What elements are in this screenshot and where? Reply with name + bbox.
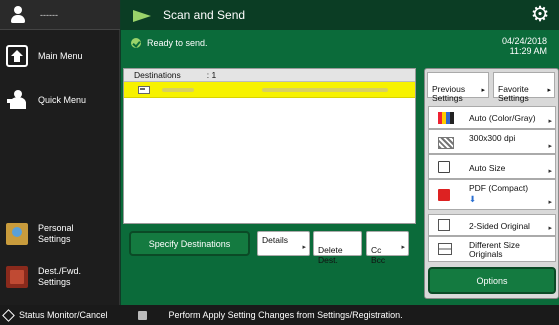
delete-label: Delete Dest. (318, 245, 343, 265)
destination-list[interactable]: Destinations : 1 (123, 68, 416, 224)
details-button[interactable]: Details ▸ (257, 231, 310, 256)
file-format-setting[interactable]: PDF (Compact) ⬇ ▸ (428, 179, 556, 210)
chevron-right-icon: ▸ (547, 87, 551, 94)
cc-bcc-button[interactable]: Cc Bcc ▸ (366, 231, 409, 265)
chevron-right-icon: ▸ (548, 199, 552, 206)
destination-settings-icon (6, 266, 28, 288)
details-label: Details (262, 235, 288, 245)
sidebar-item-label: Quick Menu (38, 94, 87, 105)
personal-settings-icon (6, 223, 28, 245)
address-card-icon (138, 86, 150, 94)
sidebar: ------ Main Menu Quick Menu Personal Set… (0, 0, 120, 305)
resolution-icon (438, 137, 454, 149)
scan-send-icon (133, 8, 153, 22)
different-size-originals-setting[interactable]: Different Size Originals (428, 236, 556, 262)
date-text: 04/24/2018 (501, 36, 547, 46)
user-icon (8, 5, 28, 25)
destinations-label: Destinations (134, 70, 181, 80)
app-header: Scan and Send ⚙ (121, 0, 559, 30)
page-title: Scan and Send (163, 8, 246, 22)
chevron-right-icon: ▸ (548, 168, 552, 175)
specify-destinations-button[interactable]: Specify Destinations (129, 231, 250, 256)
scan-size-value: Auto Size (469, 163, 506, 173)
download-icon: ⬇ (469, 194, 477, 204)
scan-size-setting[interactable]: Auto Size ▸ (428, 154, 556, 179)
user-name: ------ (40, 9, 58, 20)
sidebar-item-label: Main Menu (38, 50, 83, 61)
color-mode-icon (438, 112, 454, 124)
destination-count: : 1 (206, 70, 217, 80)
color-mode-setting[interactable]: Auto (Color/Gray) ▸ (428, 106, 556, 129)
chevron-right-icon: ▸ (481, 87, 485, 94)
resolution-setting[interactable]: 300x300 dpi ▸ (428, 129, 556, 154)
footer-message: Perform Apply Setting Changes from Setti… (168, 310, 403, 320)
cc-bcc-label: Cc Bcc (371, 245, 386, 265)
settings-panel: Previous Settings ▸ Favorite Settings ▸ … (424, 68, 559, 299)
two-sided-label: 2-Sided Original (469, 221, 530, 231)
resolution-value: 300x300 dpi (469, 133, 516, 143)
status-monitor-icon (2, 308, 15, 322)
sidebar-item-label: Dest./Fwd. Settings (38, 266, 82, 287)
sidebar-item-label: Personal Settings (38, 223, 74, 244)
footer-bar: Status Monitor/Cancel Perform Apply Sett… (0, 305, 559, 325)
date-time: 04/24/2018 11:29 AM (502, 36, 547, 56)
destination-list-header: Destinations : 1 (124, 69, 415, 82)
different-size-icon (438, 243, 452, 255)
chevron-right-icon: ▸ (548, 225, 552, 232)
status-message: Ready to send. (147, 38, 208, 48)
favorite-settings-button[interactable]: Favorite Settings ▸ (493, 72, 555, 103)
destination-name-redacted (162, 88, 194, 92)
different-size-label: Different Size Originals (469, 240, 520, 259)
user-area[interactable]: ------ (0, 0, 120, 30)
chevron-right-icon: ▸ (302, 244, 306, 251)
chevron-right-icon: ▸ (401, 244, 405, 251)
color-mode-value: Auto (Color/Gray) (469, 113, 536, 123)
chevron-right-icon: ▸ (548, 143, 552, 150)
delete-destination-button[interactable]: Delete Dest. (313, 231, 362, 265)
file-format-value: PDF (Compact) (469, 183, 529, 193)
home-icon (6, 45, 28, 67)
scan-size-icon (438, 161, 450, 173)
previous-settings-label: Previous Settings (432, 84, 466, 103)
sidebar-item-main-menu[interactable]: Main Menu (0, 36, 120, 76)
two-sided-icon (438, 219, 450, 231)
status-bar: Ready to send. 04/24/2018 11:29 AM (121, 30, 559, 62)
check-icon (131, 38, 141, 48)
status-monitor-button[interactable]: Status Monitor/Cancel (19, 310, 108, 320)
chevron-right-icon: ▸ (548, 118, 552, 125)
sidebar-item-quick-menu[interactable]: Quick Menu (0, 80, 120, 120)
lock-icon (137, 310, 147, 320)
favorite-settings-label: Favorite Settings (498, 84, 529, 103)
destination-row-selected[interactable] (124, 82, 415, 98)
destination-address-redacted (262, 88, 388, 92)
options-button[interactable]: Options (428, 267, 556, 294)
sidebar-item-dest-fwd-settings[interactable]: Dest./Fwd. Settings (0, 257, 120, 297)
time-text: 11:29 AM (509, 46, 547, 56)
pdf-icon (438, 189, 450, 201)
sidebar-item-personal-settings[interactable]: Personal Settings (0, 214, 120, 254)
main-area: Destinations : 1 Specify Destinations Det… (121, 62, 559, 305)
gear-icon[interactable]: ⚙ (529, 4, 551, 26)
quick-menu-icon (6, 89, 28, 111)
two-sided-original-setting[interactable]: 2-Sided Original ▸ (428, 214, 556, 236)
previous-settings-button[interactable]: Previous Settings ▸ (427, 72, 489, 103)
